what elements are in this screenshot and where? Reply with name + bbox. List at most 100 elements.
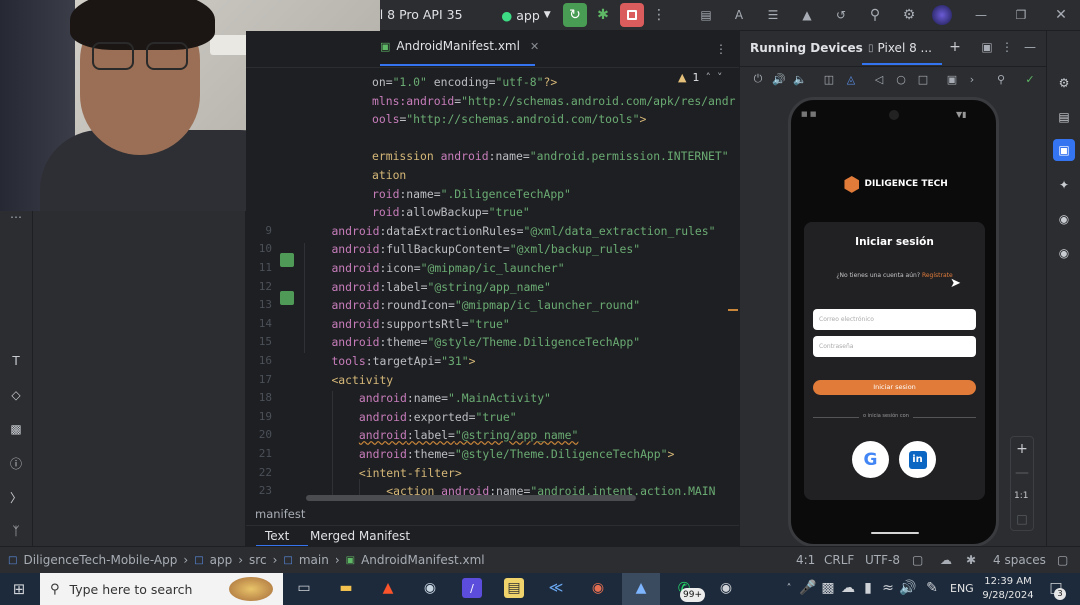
code-line[interactable]: android:supportsRtl="true" — [304, 317, 509, 331]
close-button[interactable]: ✕ — [1054, 6, 1068, 24]
avatar[interactable] — [932, 5, 952, 25]
file-encoding[interactable]: UTF-8 — [865, 547, 900, 573]
ic-launcher-round-gutter-icon[interactable] — [280, 291, 294, 305]
lock-status-icon[interactable]: ▢ — [912, 547, 923, 573]
back-button[interactable]: ◁ — [872, 72, 886, 86]
file-explorer-taskbar[interactable]: ▬ — [336, 578, 356, 598]
vscode-taskbar[interactable]: ≪ — [546, 578, 566, 598]
horizontal-scrollbar[interactable] — [306, 495, 636, 501]
search-button[interactable]: ⚲ — [866, 6, 884, 24]
debug-button[interactable]: ✱ — [594, 6, 612, 24]
steam-taskbar[interactable]: ◉ — [420, 578, 440, 598]
code-line[interactable]: mlns:android="http://schemas.android.com… — [372, 94, 735, 108]
crumb-src[interactable]: src — [249, 553, 267, 567]
problems-button[interactable]: ⓘ — [6, 453, 26, 473]
task-view-button[interactable]: ▭ — [294, 578, 314, 598]
translate-button[interactable]: A — [730, 6, 748, 24]
device-selector[interactable]: el 8 Pro API 35 — [372, 7, 463, 22]
input-language[interactable]: ENG — [950, 582, 974, 595]
rotate-left-button[interactable]: ◫ — [822, 72, 836, 86]
paint-taskbar[interactable]: ◉ — [588, 578, 608, 598]
hide-panel-button[interactable]: — — [1023, 40, 1037, 54]
register-link[interactable]: Regístrate — [922, 272, 953, 279]
editor-breadcrumb[interactable]: manifest — [255, 507, 305, 521]
build-tool-button[interactable]: T — [6, 351, 26, 371]
clock[interactable]: 12:39 AM 9/28/2024 — [982, 575, 1034, 603]
gemini-button[interactable]: ✦ — [1054, 175, 1074, 195]
code-line[interactable]: tools:targetApi="31"> — [304, 354, 475, 368]
crumb-project[interactable]: DiligenceTech-Mobile-App — [23, 553, 177, 567]
more-actions-button[interactable]: ⋮ — [652, 6, 666, 24]
read-only-icon[interactable]: ▢ — [1057, 547, 1068, 573]
stop-button[interactable] — [620, 3, 644, 27]
code-line[interactable]: android:icon="@mipmap/ic_launcher" — [304, 261, 564, 275]
device-file-explorer-button[interactable]: ▤ — [1054, 107, 1074, 127]
caret-position[interactable]: 4:1 — [796, 547, 815, 573]
sync-button[interactable]: ↺ — [832, 6, 850, 24]
volume-tray-icon[interactable]: 🔊 — [898, 578, 918, 598]
login-button[interactable]: Iniciar sesion — [813, 380, 976, 395]
code-line[interactable]: android:label="@string/app_name" — [304, 428, 578, 442]
power-save-icon[interactable]: ✱ — [966, 547, 976, 573]
zoom-in-button[interactable]: + — [1016, 441, 1028, 457]
code-line[interactable]: android:roundIcon="@mipmap/ic_launcher_r… — [304, 298, 640, 312]
zoom-fit-button[interactable]: □ — [1016, 512, 1028, 526]
brave-taskbar[interactable]: ▲ — [378, 578, 398, 598]
battery-tray-icon[interactable]: ▮ — [858, 578, 878, 598]
linkedin-login-button[interactable]: in — [899, 441, 936, 478]
overview-button[interactable]: □ — [916, 72, 930, 86]
run-config-selector[interactable]: ● app ▼ — [500, 6, 552, 24]
add-device-button[interactable]: + — [948, 39, 962, 55]
google-login-button[interactable]: G — [852, 441, 889, 478]
line-separator[interactable]: CRLF — [824, 547, 854, 573]
device-expand-button[interactable]: › — [965, 72, 979, 86]
rerun-button[interactable]: ↻ — [563, 3, 587, 27]
panel-more-button[interactable]: ⋮ — [1001, 40, 1013, 54]
wifi-tray-icon[interactable]: ≈ — [878, 578, 898, 598]
code-line[interactable]: on="1.0" encoding="utf-8"?> — [372, 75, 557, 89]
layout-button[interactable]: ▣ — [980, 40, 994, 54]
password-field[interactable]: Contraseña — [813, 336, 976, 357]
restore-button[interactable]: ❐ — [1014, 6, 1028, 24]
crumb-main[interactable]: main — [299, 553, 329, 567]
notifications-tool-button[interactable]: ⚙ — [1054, 73, 1074, 93]
mic-tray-icon[interactable]: 🎤 — [798, 578, 818, 598]
screenshot-button[interactable]: ▣ — [945, 72, 959, 86]
app-tray-icon[interactable]: ▩ — [818, 578, 838, 598]
obs-taskbar[interactable]: ◉ — [716, 578, 736, 598]
sdk-manager-button[interactable]: ▲ — [798, 6, 816, 24]
code-line[interactable]: ools="http://schemas.android.com/tools"> — [372, 112, 646, 126]
device-tab[interactable]: ▯ Pixel 8 ... — [868, 41, 932, 55]
tab-merged-manifest[interactable]: Merged Manifest — [310, 529, 410, 543]
settings-button[interactable]: ⚙ — [900, 6, 918, 24]
code-line[interactable]: android:theme="@style/Theme.DiligenceTec… — [304, 447, 674, 461]
tab-text[interactable]: Text — [265, 529, 289, 543]
code-line[interactable]: roid:allowBackup="true" — [372, 205, 530, 219]
zoom-out-button[interactable]: — — [1015, 465, 1029, 481]
code-line[interactable]: <intent-filter> — [304, 466, 462, 480]
code-line[interactable]: ermission android:name="android.permissi… — [372, 149, 729, 163]
power-button[interactable]: ⏻ — [751, 72, 765, 86]
crumb-app[interactable]: app — [210, 553, 233, 567]
running-devices-tool-button[interactable]: ▣ — [1053, 139, 1075, 161]
emulator-tool-button[interactable]: ◉ — [1054, 209, 1074, 229]
gem-tool-button[interactable]: ◇ — [6, 385, 26, 405]
tray-expand-button[interactable]: ˄ — [779, 578, 799, 598]
code-line[interactable]: android:exported="true" — [304, 410, 517, 424]
logcat-button[interactable]: ☰ — [764, 6, 782, 24]
editor-tab[interactable]: ▣ AndroidManifest.xml ✕ — [380, 39, 539, 53]
volume-down-button[interactable]: 🔈 — [793, 72, 807, 86]
email-field[interactable]: Correo electrónico — [813, 309, 976, 330]
code-line[interactable]: ation — [372, 168, 406, 182]
code-line[interactable]: android:dataExtractionRules="@xml/data_e… — [304, 224, 715, 238]
code-line[interactable]: android:name=".MainActivity" — [304, 391, 551, 405]
pen-tray-icon[interactable]: ✎ — [922, 578, 942, 598]
linear-taskbar[interactable]: ∕ — [462, 578, 482, 598]
more-tools-button[interactable]: ⋯ — [6, 210, 26, 224]
device-search-button[interactable]: ⚲ — [994, 72, 1008, 86]
notes-taskbar[interactable]: ▤ — [504, 578, 524, 598]
app-inspection-button[interactable]: ▩ — [6, 419, 26, 439]
code-line[interactable]: roid:name=".DiligenceTechApp" — [372, 187, 571, 201]
code-lines[interactable]: on="1.0" encoding="utf-8"?> mlns:android=… — [246, 67, 739, 497]
git-button[interactable]: ᛉ — [6, 521, 26, 541]
